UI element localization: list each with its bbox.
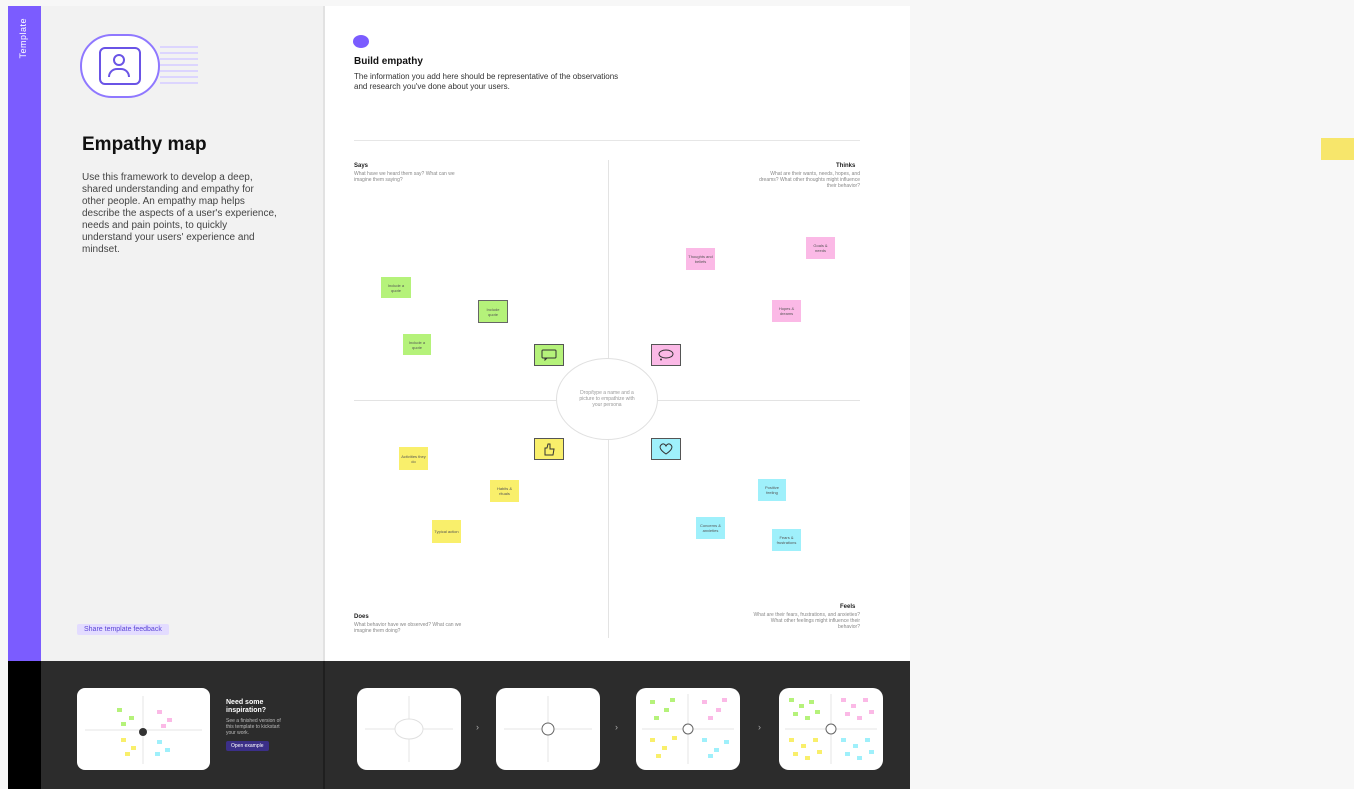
persona-center-text: Drop/type a name and a picture to empath… [579, 390, 635, 408]
page-title: Empathy map [82, 134, 207, 155]
share-feedback-button[interactable]: Share template feedback [77, 624, 169, 635]
speech-bubble-icon [534, 344, 564, 366]
sticky-note-green[interactable]: Include quote [478, 300, 508, 323]
quadrant-thinks-hint: What are their wants, needs, hopes, and … [759, 171, 860, 189]
bottom-separator [323, 661, 325, 789]
step-arrow-icon: › [615, 722, 618, 732]
quadrant-does-label: Does [354, 614, 369, 620]
sticky-note-green[interactable]: Include a quote [403, 334, 431, 355]
section-description: The information you add here should be r… [354, 72, 619, 91]
thought-bubble-icon [651, 344, 681, 366]
section-title: Build empathy [354, 56, 423, 67]
quadrant-thinks-label: Thinks [836, 163, 856, 169]
step-arrow-icon: › [758, 722, 761, 732]
step-card-3[interactable] [636, 688, 740, 770]
decorative-waves [160, 46, 198, 86]
quadrant-feels-hint: What are their fears, frustrations, and … [753, 612, 860, 630]
sticky-note-pink[interactable]: Hopes & dreams [772, 300, 801, 322]
sticky-note-green[interactable]: Include a quote [381, 277, 411, 298]
inspiration-title: Need some inspiration? [226, 699, 267, 714]
quadrant-says-hint: What have we heard them say? What can we… [354, 171, 455, 183]
step-dot-icon [353, 35, 369, 48]
sticky-note-blue[interactable]: Fears & frustrations [772, 529, 801, 551]
template-sidebar-strip: Template [8, 6, 41, 661]
persona-center[interactable]: Drop/type a name and a picture to empath… [556, 358, 658, 440]
persona-icon [80, 34, 160, 98]
example-thumbnail[interactable] [77, 688, 210, 770]
sticky-note-pink[interactable]: Thoughts and beliefs [686, 248, 715, 270]
sticky-note-yellow[interactable]: Typical action [432, 520, 461, 543]
sticky-note-blue[interactable]: Concerns & anxieties [696, 517, 725, 539]
heart-icon [651, 438, 681, 460]
section-divider [354, 140, 860, 141]
open-example-button[interactable]: Open example [226, 741, 269, 751]
sticky-note-blue[interactable]: Positive feeling [758, 479, 786, 501]
intro-panel [41, 6, 323, 661]
bottom-left-block [8, 661, 41, 789]
sticky-note-pink[interactable]: Goals & needs [806, 237, 835, 259]
intro-description: Use this framework to develop a deep, sh… [82, 172, 277, 255]
step-arrow-icon: › [476, 722, 479, 732]
quadrant-does-hint: What behavior have we observed? What can… [354, 622, 462, 634]
quadrant-says-label: Says [354, 163, 369, 169]
sticky-note-yellow[interactable]: Activities they do [399, 447, 428, 470]
offcanvas-sticky-note[interactable] [1321, 138, 1354, 160]
step-card-2[interactable] [496, 688, 600, 770]
quadrant-feels-label: Feels [840, 604, 856, 610]
thumbs-up-icon [534, 438, 564, 460]
template-vertical-label: Template [18, 18, 28, 59]
sticky-note-yellow[interactable]: Habits & rituals [490, 480, 519, 502]
step-card-1[interactable] [357, 688, 461, 770]
step-card-4[interactable] [779, 688, 883, 770]
inspiration-description: See a finished version of this template … [226, 718, 281, 736]
